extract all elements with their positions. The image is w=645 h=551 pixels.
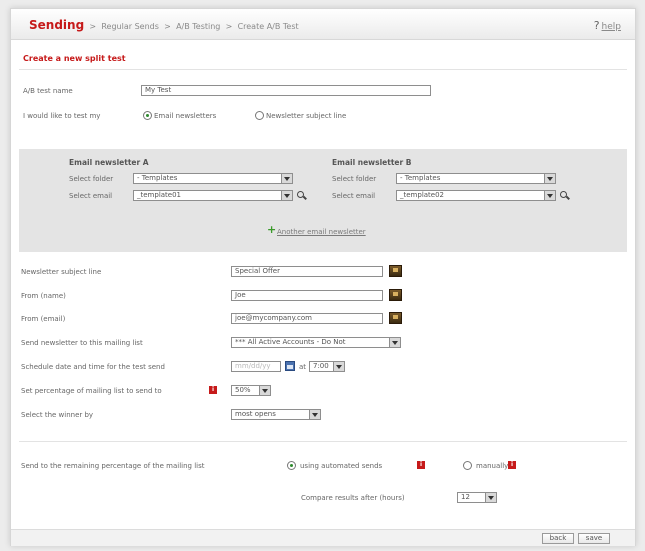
newsletter-b-email-value: _template02 (400, 191, 445, 199)
radio-manually-label[interactable]: manually (476, 462, 508, 470)
from-email-input[interactable]: joe@mycompany.com (231, 313, 383, 324)
breadcrumb-separator: > (89, 22, 97, 31)
breadcrumb-item-create-ab-test: Create A/B Test (237, 22, 299, 31)
radio-automated-sends[interactable] (287, 461, 296, 470)
address-book-icon[interactable] (389, 265, 402, 277)
test-choice-label: I would like to test my (23, 112, 101, 120)
breadcrumb-separator: > (225, 22, 233, 31)
help-link[interactable]: ? help (594, 19, 621, 32)
newsletter-b-folder-label: Select folder (332, 175, 377, 183)
help-label: help (601, 22, 621, 32)
newsletter-b-title: Email newsletter B (332, 158, 412, 167)
schedule-date-input[interactable]: mm/dd/yy (231, 361, 281, 372)
breadcrumb-item-ab-testing[interactable]: A/B Testing (176, 22, 220, 31)
mailing-list-label: Send newsletter to this mailing list (21, 339, 143, 347)
winner-value: most opens (235, 410, 276, 418)
subject-line-input[interactable]: Special Offer (231, 266, 383, 277)
schedule-time-select[interactable]: 7:00 (309, 361, 345, 372)
from-email-label: From (email) (21, 315, 66, 323)
footer-bar: back save (11, 529, 635, 546)
chevron-down-icon (309, 410, 320, 419)
mailing-list-value: *** All Active Accounts - Do Not (235, 338, 346, 346)
breadcrumb-separator: > (164, 22, 171, 31)
breadcrumb-bar: Sending > Regular Sends > A/B Testing > … (11, 9, 635, 40)
newsletter-b-folder-select[interactable]: - Templates (396, 173, 556, 184)
divider (19, 441, 627, 442)
info-icon[interactable]: i (209, 386, 217, 394)
chevron-down-icon (544, 174, 555, 183)
radio-automated-sends-label[interactable]: using automated sends (300, 462, 382, 470)
newsletter-a-email-select[interactable]: _template01 (133, 190, 293, 201)
radio-email-newsletters-label[interactable]: Email newsletters (154, 112, 216, 120)
help-icon: ? (593, 19, 600, 32)
radio-newsletter-subject-line-label[interactable]: Newsletter subject line (266, 112, 346, 120)
chevron-down-icon (259, 386, 270, 395)
back-button[interactable]: back (542, 533, 574, 544)
newsletter-b-email-select[interactable]: _template02 (396, 190, 556, 201)
info-icon[interactable]: i (417, 461, 425, 469)
radio-newsletter-subject-line[interactable] (255, 111, 264, 120)
subject-line-label: Newsletter subject line (21, 268, 102, 276)
remaining-label: Send to the remaining percentage of the … (21, 462, 205, 470)
newsletter-a-folder-value: - Templates (137, 174, 178, 182)
preview-search-icon[interactable] (297, 191, 304, 198)
chevron-down-icon (544, 191, 555, 200)
from-name-label: From (name) (21, 292, 66, 300)
compare-hours-value: 12 (461, 493, 470, 501)
percentage-value: 50% (235, 386, 251, 394)
calendar-icon[interactable] (285, 361, 295, 371)
save-button[interactable]: save (578, 533, 610, 544)
main-window: Sending > Regular Sends > A/B Testing > … (10, 8, 636, 546)
chevron-down-icon (389, 338, 400, 347)
ab-test-name-label: A/B test name (23, 87, 73, 95)
compare-label: Compare results after (hours) (301, 494, 405, 502)
add-newsletter-link[interactable]: Another email newsletter (277, 228, 366, 236)
mailing-list-select[interactable]: *** All Active Accounts - Do Not (231, 337, 401, 348)
newsletter-b-folder-value: - Templates (400, 174, 441, 182)
add-icon[interactable]: + (267, 223, 276, 236)
from-name-input[interactable]: Joe (231, 290, 383, 301)
compare-hours-select[interactable]: 12 (457, 492, 497, 503)
schedule-at-label: at (299, 363, 307, 371)
address-book-icon[interactable] (389, 289, 402, 301)
schedule-time-value: 7:00 (313, 362, 329, 370)
breadcrumb-root[interactable]: Sending (29, 18, 84, 32)
radio-email-newsletters[interactable] (143, 111, 152, 120)
chevron-down-icon (333, 362, 344, 371)
chevron-down-icon (485, 493, 496, 502)
breadcrumb-item-regular-sends[interactable]: Regular Sends (101, 22, 159, 31)
winner-label: Select the winner by (21, 411, 94, 419)
percentage-label: Set percentage of mailing list to send t… (21, 387, 162, 395)
newsletter-a-folder-select[interactable]: - Templates (133, 173, 293, 184)
info-icon[interactable]: i (508, 461, 516, 469)
page-title: Create a new split test (23, 54, 126, 63)
newsletter-selection-panel: Email newsletter A Select folder - Templ… (19, 149, 627, 252)
winner-select[interactable]: most opens (231, 409, 321, 420)
divider (19, 69, 627, 70)
chevron-down-icon (281, 191, 292, 200)
newsletter-a-email-value: _template01 (137, 191, 182, 199)
ab-test-name-input[interactable]: My Test (141, 85, 431, 96)
newsletter-b-email-label: Select email (332, 192, 376, 200)
newsletter-a-email-label: Select email (69, 192, 113, 200)
percentage-select[interactable]: 50% (231, 385, 271, 396)
chevron-down-icon (281, 174, 292, 183)
schedule-label: Schedule date and time for the test send (21, 363, 165, 371)
address-book-icon[interactable] (389, 312, 402, 324)
newsletter-a-folder-label: Select folder (69, 175, 114, 183)
radio-manually[interactable] (463, 461, 472, 470)
breadcrumb: Sending > Regular Sends > A/B Testing > … (29, 18, 299, 32)
preview-search-icon[interactable] (560, 191, 567, 198)
newsletter-a-title: Email newsletter A (69, 158, 149, 167)
